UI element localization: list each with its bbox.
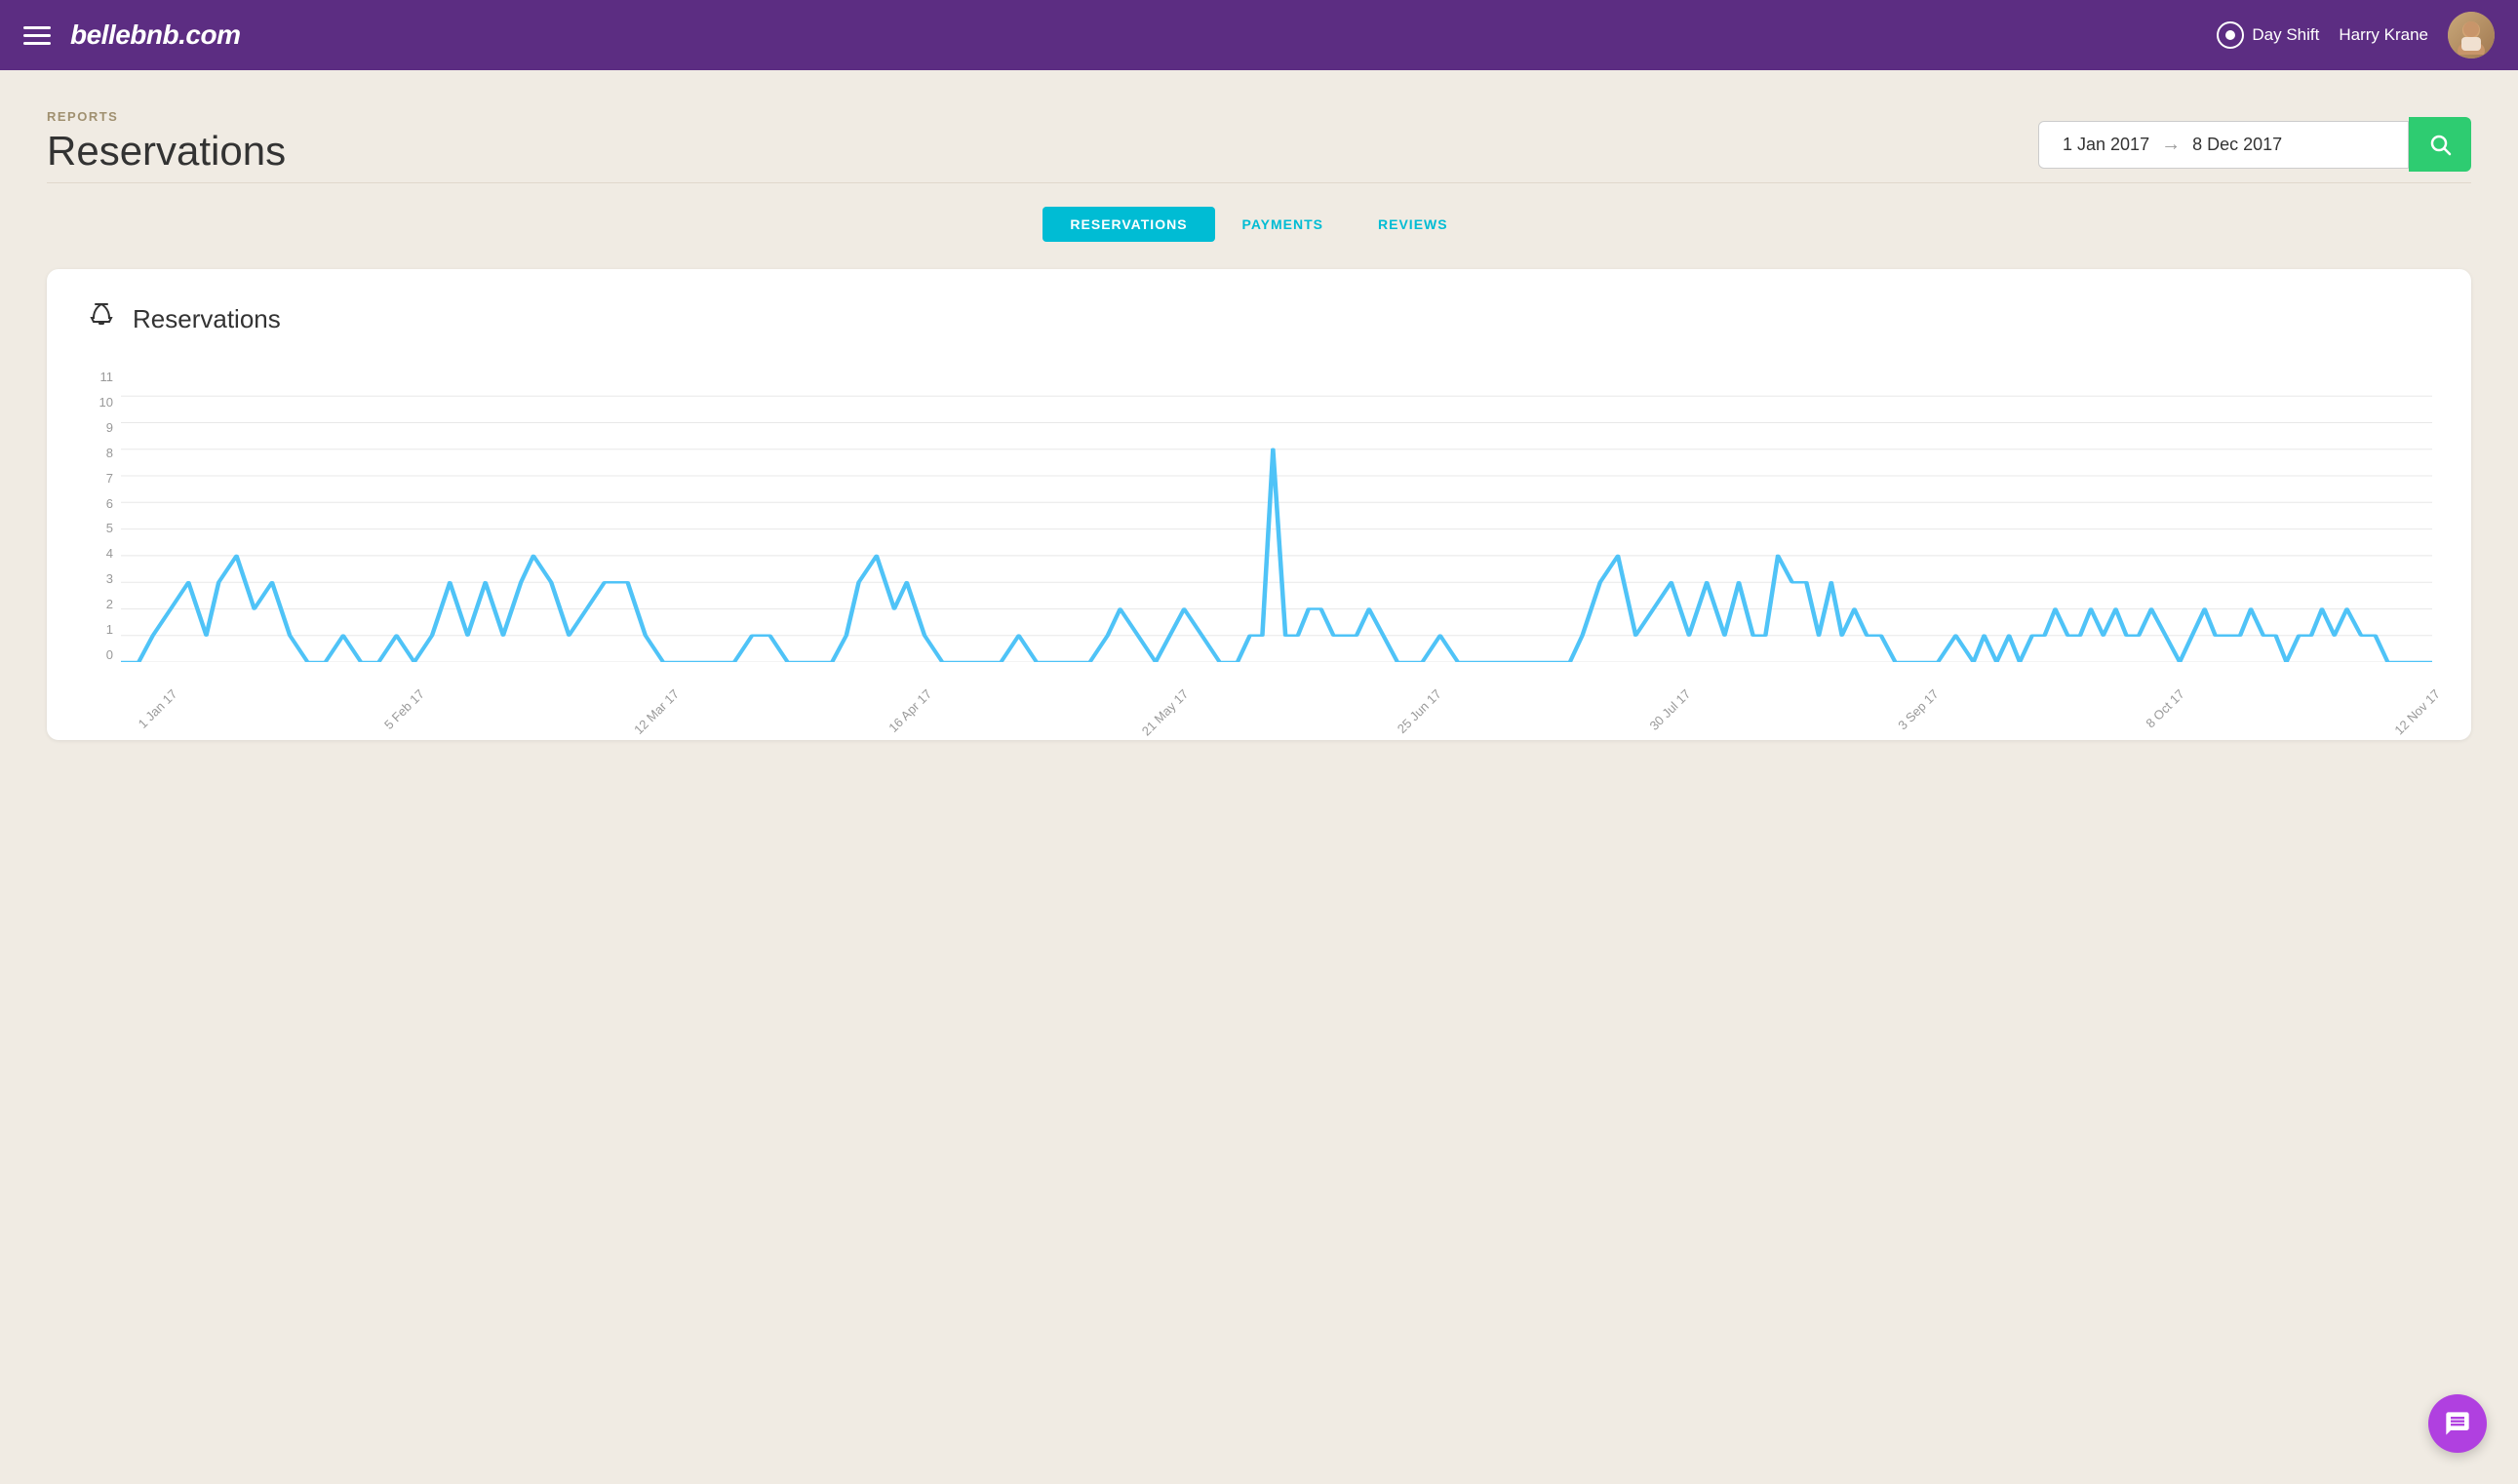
page-header: REPORTS Reservations 1 Jan 2017 → 8 Dec … — [47, 109, 2471, 175]
chat-icon — [2444, 1410, 2471, 1437]
bell-icon — [86, 300, 117, 338]
chart-area: 0 1 2 3 4 5 6 7 8 9 10 11 — [86, 370, 2432, 701]
tab-reservations[interactable]: RESERVATIONS — [1043, 207, 1214, 242]
mode-label: Day Shift — [2252, 25, 2319, 45]
date-arrow-icon: → — [2161, 134, 2181, 156]
chart-card: Reservations 0 1 2 3 4 5 6 7 8 9 10 11 — [47, 269, 2471, 740]
date-search-block: 1 Jan 2017 → 8 Dec 2017 — [2038, 117, 2471, 172]
y-axis: 0 1 2 3 4 5 6 7 8 9 10 11 — [86, 370, 113, 662]
chart-title: Reservations — [133, 304, 281, 334]
avatar-image — [2452, 16, 2491, 55]
app-header: bellebnb.com Day Shift Harry Krane — [0, 0, 2518, 70]
menu-button[interactable] — [23, 26, 51, 45]
main-content: REPORTS Reservations 1 Jan 2017 → 8 Dec … — [0, 70, 2518, 779]
search-button[interactable] — [2409, 117, 2471, 172]
sun-icon — [2217, 21, 2244, 49]
chat-fab-button[interactable] — [2428, 1394, 2487, 1453]
user-name: Harry Krane — [2339, 25, 2428, 45]
date-start: 1 Jan 2017 — [2063, 135, 2149, 155]
date-range-picker[interactable]: 1 Jan 2017 → 8 Dec 2017 — [2038, 121, 2409, 169]
search-icon — [2428, 133, 2452, 156]
breadcrumb: REPORTS — [47, 109, 286, 124]
chart-header: Reservations — [86, 300, 2432, 338]
logo: bellebnb.com — [70, 20, 240, 51]
tab-payments[interactable]: PAYMENTS — [1215, 207, 1351, 242]
chart-svg — [121, 370, 2432, 662]
day-shift-toggle[interactable]: Day Shift — [2217, 21, 2319, 49]
avatar[interactable] — [2448, 12, 2495, 59]
tabs-row: RESERVATIONS PAYMENTS REVIEWS — [47, 207, 2471, 242]
x-axis: 1 Jan 17 5 Feb 17 12 Mar 17 16 Apr 17 21… — [121, 662, 2432, 701]
date-end: 8 Dec 2017 — [2192, 135, 2282, 155]
page-title: Reservations — [47, 128, 286, 175]
divider — [47, 182, 2471, 183]
tab-reviews[interactable]: REVIEWS — [1351, 207, 1475, 242]
